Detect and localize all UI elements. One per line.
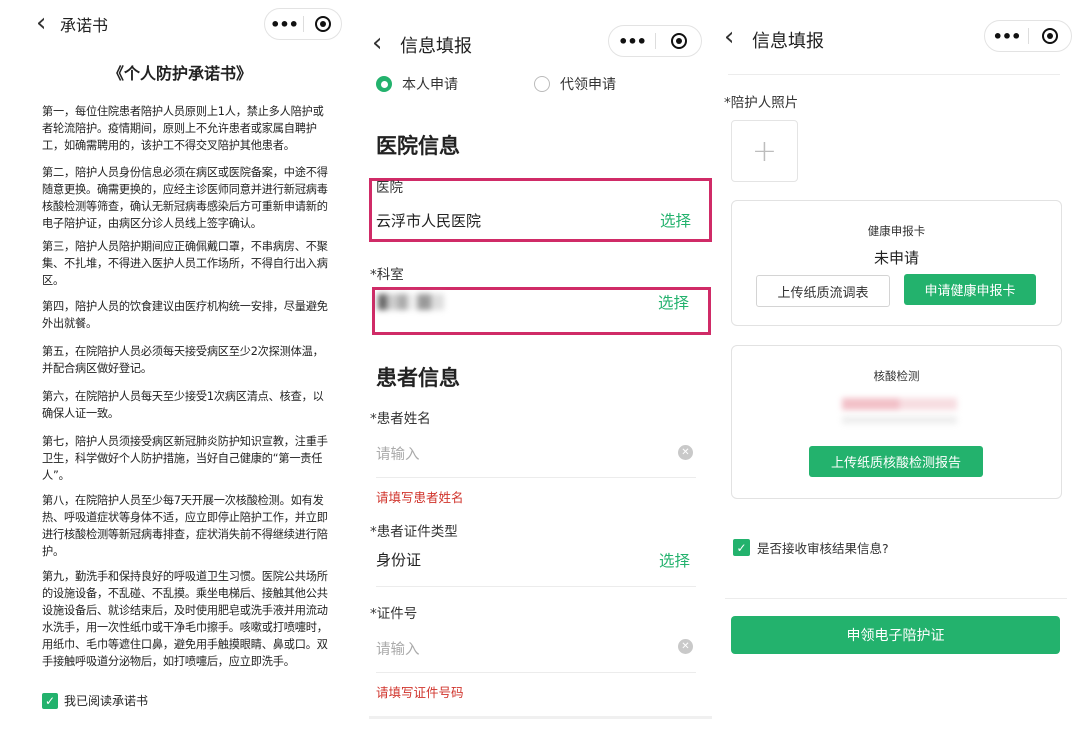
close-target-icon[interactable]: [304, 16, 341, 32]
paragraph-1: 第一，每位住院患者陪护人员原则上1人，禁止多人陪护或者轮流陪护。疫情期间，原则上…: [42, 105, 324, 152]
paragraph-2: 第二，陪护人员身份信息必须在病区或医院备案，中途不得随意更换。确需更换的，应经主…: [42, 166, 328, 230]
apply-escort-certificate-button[interactable]: 申领电子陪护证: [731, 616, 1060, 654]
nucleic-result-redacted: [842, 398, 957, 410]
paragraph-8: 第八，在院陪护人员至少每7天开展一次核酸检测。如有发热、呼吸道症状等身体不适，应…: [42, 494, 328, 558]
close-target-icon[interactable]: [1029, 28, 1071, 44]
receive-result-checkbox-row[interactable]: ✓ 是否接收审核结果信息?: [733, 538, 889, 557]
receive-result-label: 是否接收审核结果信息?: [757, 541, 889, 556]
patient-name-label: *患者姓名: [370, 411, 431, 427]
paragraph-7: 第七，陪护人员须接受病区新冠肺炎防护知识宣教，注重手卫生，科学做好个人防护措施，…: [42, 435, 328, 482]
id-number-error: 请填写证件号码: [376, 685, 464, 700]
department-label: *科室: [370, 267, 404, 283]
page-title: 信息填报: [752, 31, 824, 52]
agree-checkbox-row[interactable]: ✓ 我已阅读承诺书: [42, 692, 148, 709]
back-icon[interactable]: ‹: [36, 10, 46, 36]
id-number-label: *证件号: [370, 606, 418, 622]
divider: [728, 74, 1060, 75]
clear-icon[interactable]: ✕: [678, 639, 693, 654]
upload-nucleic-report-button[interactable]: 上传纸质核酸检测报告: [809, 446, 983, 477]
department-select-button[interactable]: 选择: [658, 291, 689, 313]
id-number-input[interactable]: 请输入: [376, 638, 420, 659]
photo-label: *陪护人照片: [724, 95, 799, 111]
checkbox-checked-icon[interactable]: ✓: [733, 539, 750, 556]
add-photo-button[interactable]: +: [731, 120, 798, 182]
divider: [376, 477, 696, 478]
radio-proxy-apply[interactable]: 代领申请: [534, 74, 616, 94]
radio-unselected-icon[interactable]: [534, 76, 550, 92]
upload-paper-survey-button[interactable]: 上传纸质流调表: [756, 275, 890, 307]
page-title: 信息填报: [400, 36, 472, 57]
id-type-select-button[interactable]: 选择: [659, 549, 690, 571]
department-value-redacted: [378, 294, 444, 310]
plus-icon: +: [751, 133, 778, 169]
section-patient-info: 患者信息: [376, 366, 460, 390]
mini-program-capsule: •••: [608, 25, 702, 57]
bottom-divider: [369, 716, 712, 719]
nucleic-test-title: 核酸检测: [873, 369, 920, 383]
id-type-label: *患者证件类型: [370, 524, 458, 540]
checkbox-checked-icon[interactable]: ✓: [42, 692, 58, 709]
hospital-label: 医院: [376, 180, 403, 196]
patient-name-input[interactable]: 请输入: [376, 443, 420, 464]
apply-health-card-button[interactable]: 申请健康申报卡: [904, 274, 1036, 305]
back-icon[interactable]: ‹: [724, 24, 734, 50]
commitment-panel: ‹ 承诺书 ••• 《个人防护承诺书》 第一，每位住院患者陪护人员原则上1人，禁…: [0, 0, 360, 731]
nucleic-result-redacted: [842, 416, 957, 424]
patient-name-error: 请填写患者姓名: [376, 490, 464, 505]
back-icon[interactable]: ‹: [372, 30, 382, 56]
clear-icon[interactable]: ✕: [678, 445, 693, 460]
id-type-value: 身份证: [376, 551, 422, 569]
radio-self-label: 本人申请: [402, 77, 458, 93]
mini-program-capsule: •••: [264, 8, 342, 40]
paragraph-5: 第五，在院陪护人员必须每天接受病区至少2次探测体温，并配合病区做好登记。: [42, 345, 324, 375]
nucleic-test-panel: 核酸检测 上传纸质核酸检测报告: [731, 345, 1062, 499]
paragraph-4: 第四，陪护人员的饮食建议由医疗机构统一安排，尽量避免外出就餐。: [42, 300, 328, 330]
agree-label: 我已阅读承诺书: [64, 694, 149, 708]
health-card-status: 未申请: [873, 249, 919, 267]
divider: [376, 672, 696, 673]
page-title: 承诺书: [60, 16, 109, 35]
hospital-value: 云浮市人民医院: [376, 212, 482, 230]
close-target-icon[interactable]: [656, 33, 701, 49]
health-card-title: 健康申报卡: [867, 224, 926, 238]
radio-proxy-label: 代领申请: [560, 77, 616, 93]
document-title: 《个人防护承诺书》: [107, 64, 252, 83]
paragraph-3: 第三，陪护人员陪护期间应正确佩戴口罩，不串病房、不聚集、不扎堆，不得进入医护人员…: [42, 240, 328, 287]
mini-program-capsule: •••: [984, 20, 1072, 52]
radio-self-apply[interactable]: 本人申请: [376, 74, 458, 94]
more-icon[interactable]: •••: [609, 32, 655, 51]
health-card-panel: 健康申报卡 未申请 上传纸质流调表 申请健康申报卡: [731, 200, 1062, 326]
more-icon[interactable]: •••: [985, 27, 1028, 46]
paragraph-6: 第六，在院陪护人员每天至少接受1次病区清点、核查，以确保人证一致。: [42, 390, 324, 420]
radio-selected-icon[interactable]: [376, 76, 392, 92]
section-hospital-info: 医院信息: [376, 134, 460, 158]
divider: [376, 586, 696, 587]
hospital-select-button[interactable]: 选择: [660, 209, 691, 231]
paragraph-9: 第九，勤洗手和保持良好的呼吸道卫生习惯。医院公共场所的设施设备，不乱碰、不乱摸。…: [42, 570, 328, 668]
more-icon[interactable]: •••: [265, 15, 303, 34]
divider: [725, 598, 1067, 599]
